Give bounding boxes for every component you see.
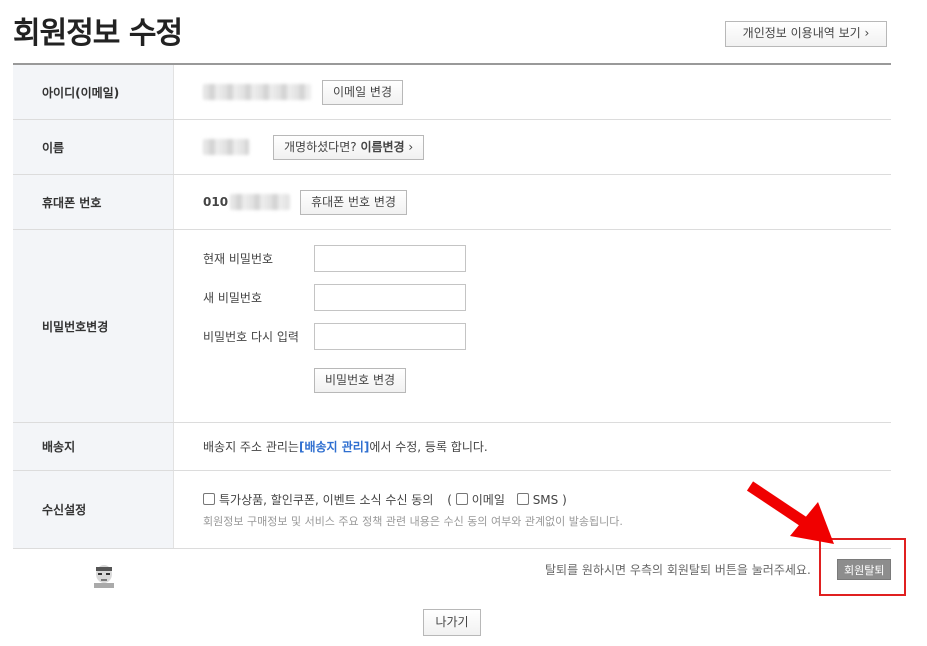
- avatar: [90, 562, 118, 588]
- new-password-label: 새 비밀번호: [203, 291, 263, 305]
- sms-consent-label: SMS: [532, 492, 559, 507]
- confirm-password-label: 비밀번호 다시 입력: [203, 330, 299, 344]
- member-info-form: 아이디(이메일) 이메일 변경 이름 개명하셨다면? 이름변경 › 휴대폰 번호…: [13, 63, 891, 549]
- current-password-input[interactable]: [314, 245, 466, 272]
- change-email-button[interactable]: 이메일 변경: [322, 79, 404, 105]
- page-title: 회원정보 수정: [13, 16, 183, 51]
- row-phone: 휴대폰 번호 010 휴대폰 번호 변경: [13, 175, 891, 230]
- shipping-label: 배송지: [13, 423, 174, 470]
- masked-name: [203, 139, 249, 155]
- row-shipping: 배송지 배송지 주소 관리는 [배송지 관리] 에서 수정, 등록 합니다.: [13, 423, 891, 471]
- row-name: 이름 개명하셨다면? 이름변경 ›: [13, 120, 891, 175]
- phone-prefix: 010: [203, 195, 229, 209]
- password-label: 비밀번호변경: [13, 230, 174, 422]
- phone-label: 휴대폰 번호: [13, 175, 174, 229]
- masked-phone: [230, 194, 291, 210]
- confirm-password-input[interactable]: [314, 323, 466, 350]
- change-phone-button[interactable]: 휴대폰 번호 변경: [300, 189, 407, 215]
- name-label: 이름: [13, 120, 174, 174]
- red-arrow-icon: [746, 481, 834, 544]
- change-name-prefix: 개명하셨다면?: [284, 139, 361, 154]
- paren-open: (: [447, 492, 452, 507]
- chevron-right-icon: ›: [404, 139, 414, 154]
- marketing-consent-checkbox[interactable]: [203, 492, 215, 505]
- sms-consent-checkbox[interactable]: [516, 492, 529, 505]
- email-consent-label: 이메일: [471, 492, 505, 507]
- row-password: 비밀번호변경 현재 비밀번호 새 비밀번호 비밀번호 다시 입력 비밀번호 변경: [13, 230, 891, 423]
- consent-label: 수신설정: [13, 471, 174, 548]
- email-label: 아이디(이메일): [13, 65, 174, 119]
- shipping-text-after: 에서 수정, 등록 합니다.: [369, 440, 488, 454]
- withdraw-note: 탈퇴를 원하시면 우측의 회원탈퇴 버튼을 눌러주세요.: [545, 563, 811, 577]
- shipping-manage-link[interactable]: [배송지 관리]: [299, 438, 369, 455]
- change-name-bold: 이름변경: [360, 139, 405, 154]
- shipping-text-before: 배송지 주소 관리는: [203, 440, 299, 454]
- consent-note: 회원정보 구매정보 및 서비스 주요 정책 관련 내용은 수신 동의 여부와 관…: [203, 514, 623, 528]
- change-name-button[interactable]: 개명하셨다면? 이름변경 ›: [273, 134, 425, 160]
- current-password-label: 현재 비밀번호: [203, 252, 274, 266]
- privacy-history-button[interactable]: 개인정보 이용내역 보기 ›: [725, 21, 887, 47]
- new-password-input[interactable]: [314, 284, 466, 311]
- masked-email: [203, 84, 311, 100]
- row-email: 아이디(이메일) 이메일 변경: [13, 65, 891, 120]
- exit-button[interactable]: 나가기: [423, 609, 481, 636]
- marketing-consent-label: 특가상품, 할인쿠폰, 이벤트 소식 수신 동의: [219, 492, 434, 507]
- email-consent-checkbox[interactable]: [455, 492, 468, 505]
- paren-close: ): [562, 492, 567, 507]
- change-password-button[interactable]: 비밀번호 변경: [314, 368, 407, 393]
